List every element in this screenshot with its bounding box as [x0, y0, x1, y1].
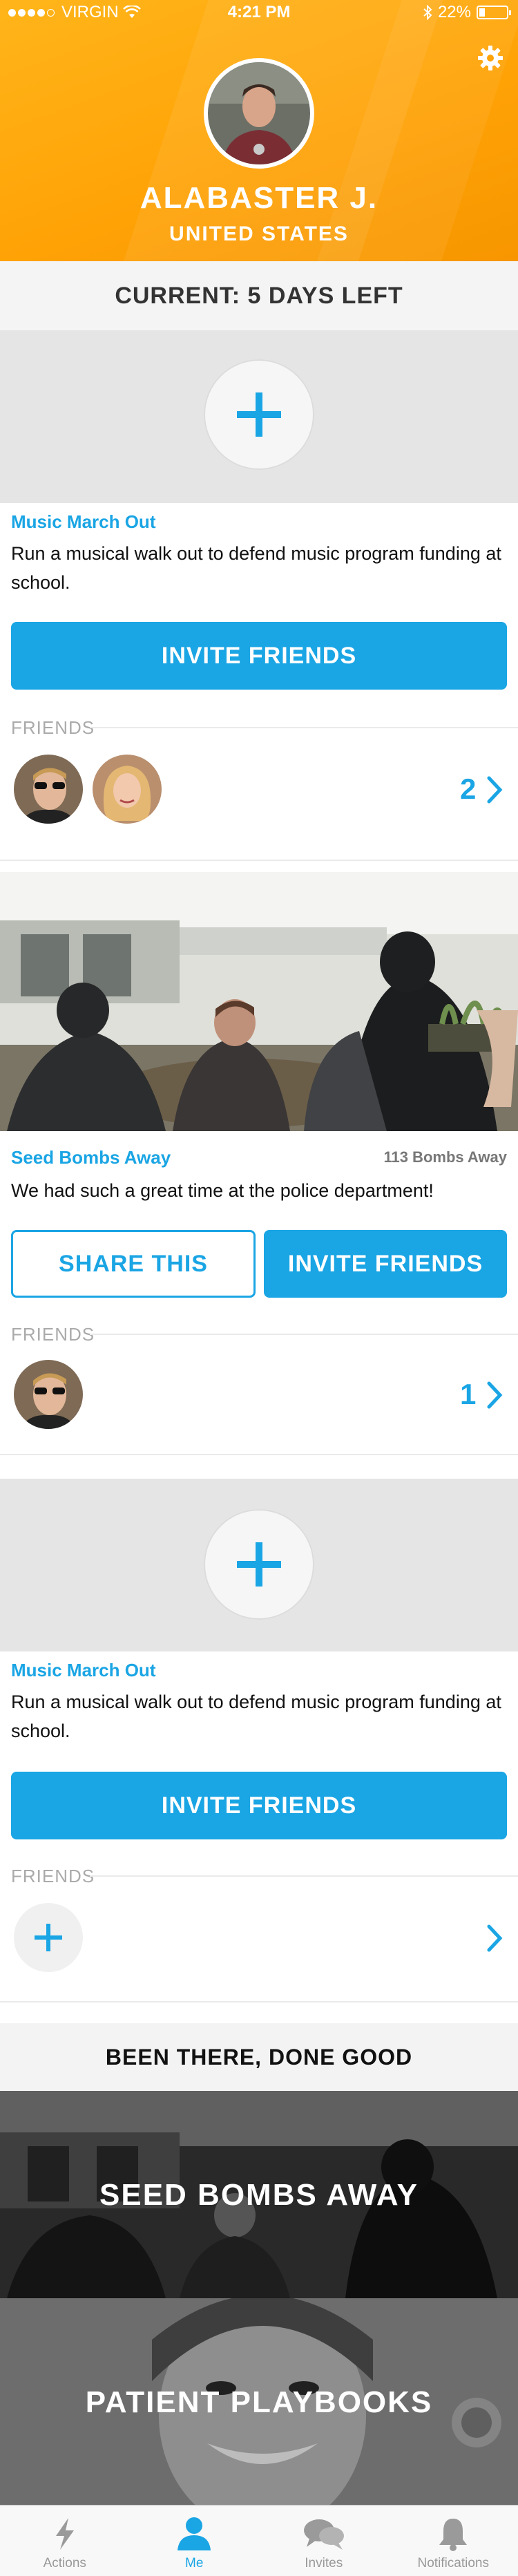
bluetooth-icon: [423, 5, 432, 20]
tab-actions[interactable]: Actions: [0, 2506, 130, 2576]
action-image-placeholder: [0, 1479, 518, 1651]
action-image-placeholder: [0, 330, 518, 503]
status-right: 22%: [423, 3, 511, 22]
battery-percent: 22%: [437, 3, 471, 21]
profile-name: ALABASTER J.: [140, 181, 378, 215]
friend-avatar[interactable]: [93, 755, 162, 824]
friend-avatar[interactable]: [14, 755, 83, 824]
action-description: Run a musical walk out to defend music p…: [11, 1692, 501, 1741]
divider: [90, 1875, 518, 1877]
lightning-icon: [55, 2518, 74, 2550]
action-title[interactable]: Music March Out: [11, 1660, 155, 1681]
profile-country: UNITED STATES: [169, 222, 349, 245]
current-status-bar: CURRENT: 5 DAYS LEFT: [0, 261, 518, 330]
bombs-count: 113 Bombs Away: [383, 1148, 507, 1166]
invite-friends-button[interactable]: INVITE FRIENDS: [264, 1230, 507, 1298]
action-photo[interactable]: [0, 872, 518, 1131]
action-card: Music March Out Run a musical walk out t…: [0, 330, 518, 876]
profile-avatar-ring[interactable]: [204, 58, 314, 169]
friends-label: FRIENDS: [11, 717, 95, 738]
action-description: Run a musical walk out to defend music p…: [11, 543, 501, 593]
tab-label: Me: [185, 2556, 204, 2570]
friend-count[interactable]: 1: [460, 1378, 476, 1411]
divider: [0, 2001, 518, 2002]
add-photo-button[interactable]: [204, 1509, 314, 1620]
completed-action-label: PATIENT PLAYBOOKS: [85, 2385, 433, 2419]
friends-label: FRIENDS: [11, 1324, 95, 1345]
completed-action-tile[interactable]: PATIENT PLAYBOOKS: [0, 2298, 518, 2505]
avatar: [208, 62, 310, 164]
person-icon: [178, 2517, 211, 2550]
friends-label: FRIENDS: [11, 1866, 95, 1886]
action-description: We had such a great time at the police d…: [11, 1180, 434, 1201]
chevron-right-icon[interactable]: [486, 775, 503, 804]
share-this-button[interactable]: SHARE THIS: [11, 1230, 256, 1298]
plus-icon: [237, 392, 281, 437]
divider: [90, 1334, 518, 1335]
tab-label: Notifications: [417, 2556, 490, 2570]
tab-notifications[interactable]: Notifications: [389, 2506, 518, 2576]
action-title[interactable]: Seed Bombs Away: [11, 1147, 171, 1168]
action-title[interactable]: Music March Out: [11, 511, 155, 533]
divider: [0, 860, 518, 861]
divider: [0, 1454, 518, 1455]
chevron-right-icon[interactable]: [486, 1381, 503, 1410]
battery-icon: [477, 6, 511, 19]
settings-button[interactable]: [475, 43, 506, 73]
friend-avatar[interactable]: [14, 1360, 83, 1429]
bell-icon: [439, 2519, 468, 2551]
action-card: Seed Bombs Away 113 Bombs Away We had su…: [0, 872, 518, 1466]
plus-icon: [237, 1542, 281, 1587]
completed-action-label: SEED BOMBS AWAY: [99, 2178, 419, 2212]
divider: [90, 727, 518, 728]
gear-icon: [478, 46, 503, 70]
chat-bubbles-icon: [303, 2519, 344, 2550]
status-bar: VIRGIN 4:21 PM 22%: [0, 0, 518, 28]
action-card: Music March Out Run a musical walk out t…: [0, 1479, 518, 2004]
tab-label: Actions: [43, 2556, 86, 2570]
profile-header: VIRGIN 4:21 PM 22% ALABASTER J. UNITED S…: [0, 0, 518, 261]
add-friend-button[interactable]: [14, 1903, 83, 1972]
friend-count[interactable]: 2: [460, 773, 476, 806]
add-photo-button[interactable]: [204, 359, 314, 470]
completed-action-tile[interactable]: SEED BOMBS AWAY: [0, 2091, 518, 2298]
invite-friends-button[interactable]: INVITE FRIENDS: [11, 1772, 507, 1839]
plus-icon: [35, 1924, 62, 1951]
been-there-header: BEEN THERE, DONE GOOD: [0, 2023, 518, 2091]
tab-label: Invites: [305, 2556, 343, 2570]
tab-me[interactable]: Me: [130, 2506, 260, 2576]
invite-friends-button[interactable]: INVITE FRIENDS: [11, 622, 507, 690]
tab-invites[interactable]: Invites: [259, 2506, 389, 2576]
tab-bar: Actions Me Invites Notifications: [0, 2505, 518, 2576]
chevron-right-icon[interactable]: [486, 1924, 503, 1953]
